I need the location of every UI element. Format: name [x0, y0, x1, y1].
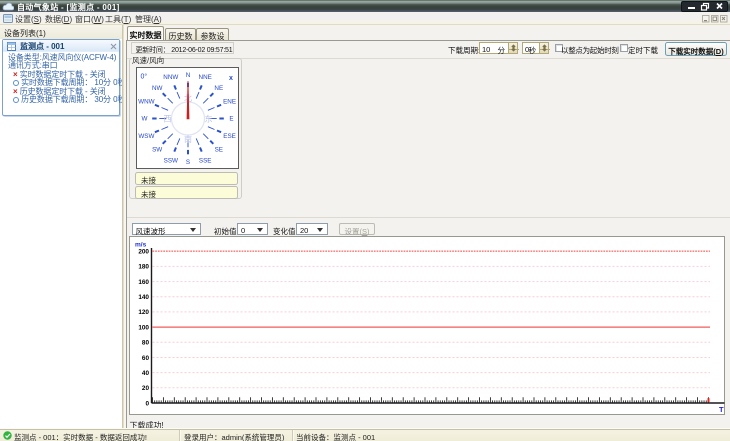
svg-text:SSW: SSW [164, 157, 178, 164]
svg-text:NNE: NNE [199, 74, 212, 81]
svg-text:SSE: SSE [199, 157, 212, 164]
svg-text:NW: NW [152, 85, 163, 92]
svg-text:120: 120 [138, 309, 149, 316]
svg-text:180: 180 [138, 264, 149, 271]
svg-text:160: 160 [138, 279, 149, 286]
svg-text:100: 100 [138, 324, 149, 331]
svg-text:NE: NE [214, 85, 223, 92]
svg-text:ESE: ESE [223, 133, 236, 140]
svg-text:x: x [229, 75, 233, 82]
svg-text:40: 40 [142, 370, 150, 377]
svg-text:140: 140 [138, 294, 149, 301]
svg-text:WNW: WNW [138, 99, 154, 106]
svg-text:SW: SW [152, 147, 162, 154]
svg-text:SE: SE [215, 147, 223, 154]
svg-text:南: 南 [184, 134, 192, 144]
svg-text:200: 200 [138, 249, 149, 256]
svg-text:m/s: m/s [135, 242, 147, 249]
svg-text:S: S [186, 159, 190, 166]
svg-text:80: 80 [142, 340, 150, 347]
svg-text:NNW: NNW [163, 74, 178, 81]
svg-text:60: 60 [142, 355, 150, 362]
svg-text:E: E [229, 116, 233, 123]
svg-text:0°: 0° [141, 73, 148, 81]
svg-text:N: N [186, 72, 191, 79]
svg-text:20: 20 [142, 385, 150, 392]
svg-text:W: W [142, 116, 148, 123]
svg-text:WSW: WSW [138, 133, 154, 140]
svg-text:ENE: ENE [223, 99, 236, 106]
svg-text:T: T [719, 405, 724, 414]
svg-text:0: 0 [145, 400, 149, 407]
svg-text:东: 东 [205, 113, 213, 123]
svg-text:西: 西 [164, 114, 172, 123]
